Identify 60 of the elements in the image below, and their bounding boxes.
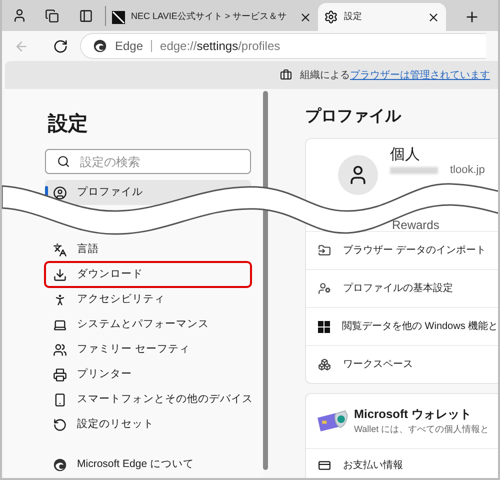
refresh-icon[interactable] [53,38,68,54]
email-text: tlook.jp [450,163,485,178]
sidebar-item[interactable]: 言語 [45,237,251,262]
folder-icon [318,244,331,257]
browser-tab[interactable]: 設定 [318,3,446,31]
new-tab-icon[interactable] [464,9,480,25]
wallet-description: Wallet には、すべての個人情報と [354,423,490,436]
settings-row[interactable]: 閲覧データを他の Windows 機能と [306,307,498,345]
rewards-text: Rewards [392,216,440,234]
edge-logo-icon [53,458,67,472]
printer-icon [53,368,67,382]
tab-title: 設定 [344,10,363,24]
language-icon [53,242,67,256]
wallet-shield-icon [316,410,348,432]
search-field[interactable]: 設定の検索 [45,149,251,174]
sidebar-item[interactable]: ファミリー セーフティ [45,337,251,362]
sidebar-title: 設定 [48,114,89,134]
profile-icon[interactable] [12,8,27,23]
site-label: Edge [115,38,144,55]
settings-row[interactable]: お支払い情報 [306,448,498,478]
managed-link[interactable]: ブラウザーは管理されています [350,68,490,82]
workspaces-icon[interactable] [45,8,59,22]
reset-icon [53,418,67,432]
page-title: プロファイル [305,109,402,125]
sidebar-item[interactable]: Microsoft Edge について [45,452,251,477]
profile-name: 個人 [390,147,421,162]
people-icon [53,342,67,356]
sidebar-item[interactable]: システムとパフォーマンス [45,312,251,337]
briefcase-icon [280,69,292,81]
profile-icon [53,186,67,200]
avatar-icon [338,155,378,195]
gear-icon [324,10,338,24]
cubes-icon [318,358,331,371]
address-field[interactable]: Edge edge://settings/profiles [80,33,486,59]
url-text: edge://settings/profiles [160,38,280,55]
vertical-tabs-icon[interactable] [79,8,93,22]
sidebar-item[interactable]: アクセシビリティ [45,287,251,312]
person-icon [53,292,67,306]
settings-row[interactable]: ワークスペース [306,345,498,383]
search-icon [57,155,70,168]
site-favicon-icon [112,10,125,24]
sidebar-item[interactable]: ダウンロード [45,262,251,287]
user-settings-icon [318,282,331,295]
sidebar-item[interactable]: 設定のリセット [45,412,251,437]
card-icon [318,459,331,472]
notice-text: 組織による [300,68,350,82]
browser-tab[interactable]: NEC LAVIE公式サイト > サービス＆サ [106,3,318,31]
edge-logo-icon [93,39,107,53]
close-icon[interactable] [299,10,312,24]
close-icon[interactable] [427,10,440,24]
sidebar-item[interactable]: プリンター [45,362,251,387]
settings-row[interactable]: プロファイルの基本設定 [306,269,498,307]
sidebar-item[interactable]: スマートフォンとその他のデバイス [45,387,251,412]
wallet-title: Microsoft ウォレット [354,406,472,424]
download-icon [53,268,67,282]
tab-title: NEC LAVIE公式サイト > サービス＆サ [131,10,288,24]
windows-logo-icon [318,320,330,332]
laptop-icon [53,318,67,332]
blurred-email [390,166,438,174]
phone-icon [53,392,67,406]
